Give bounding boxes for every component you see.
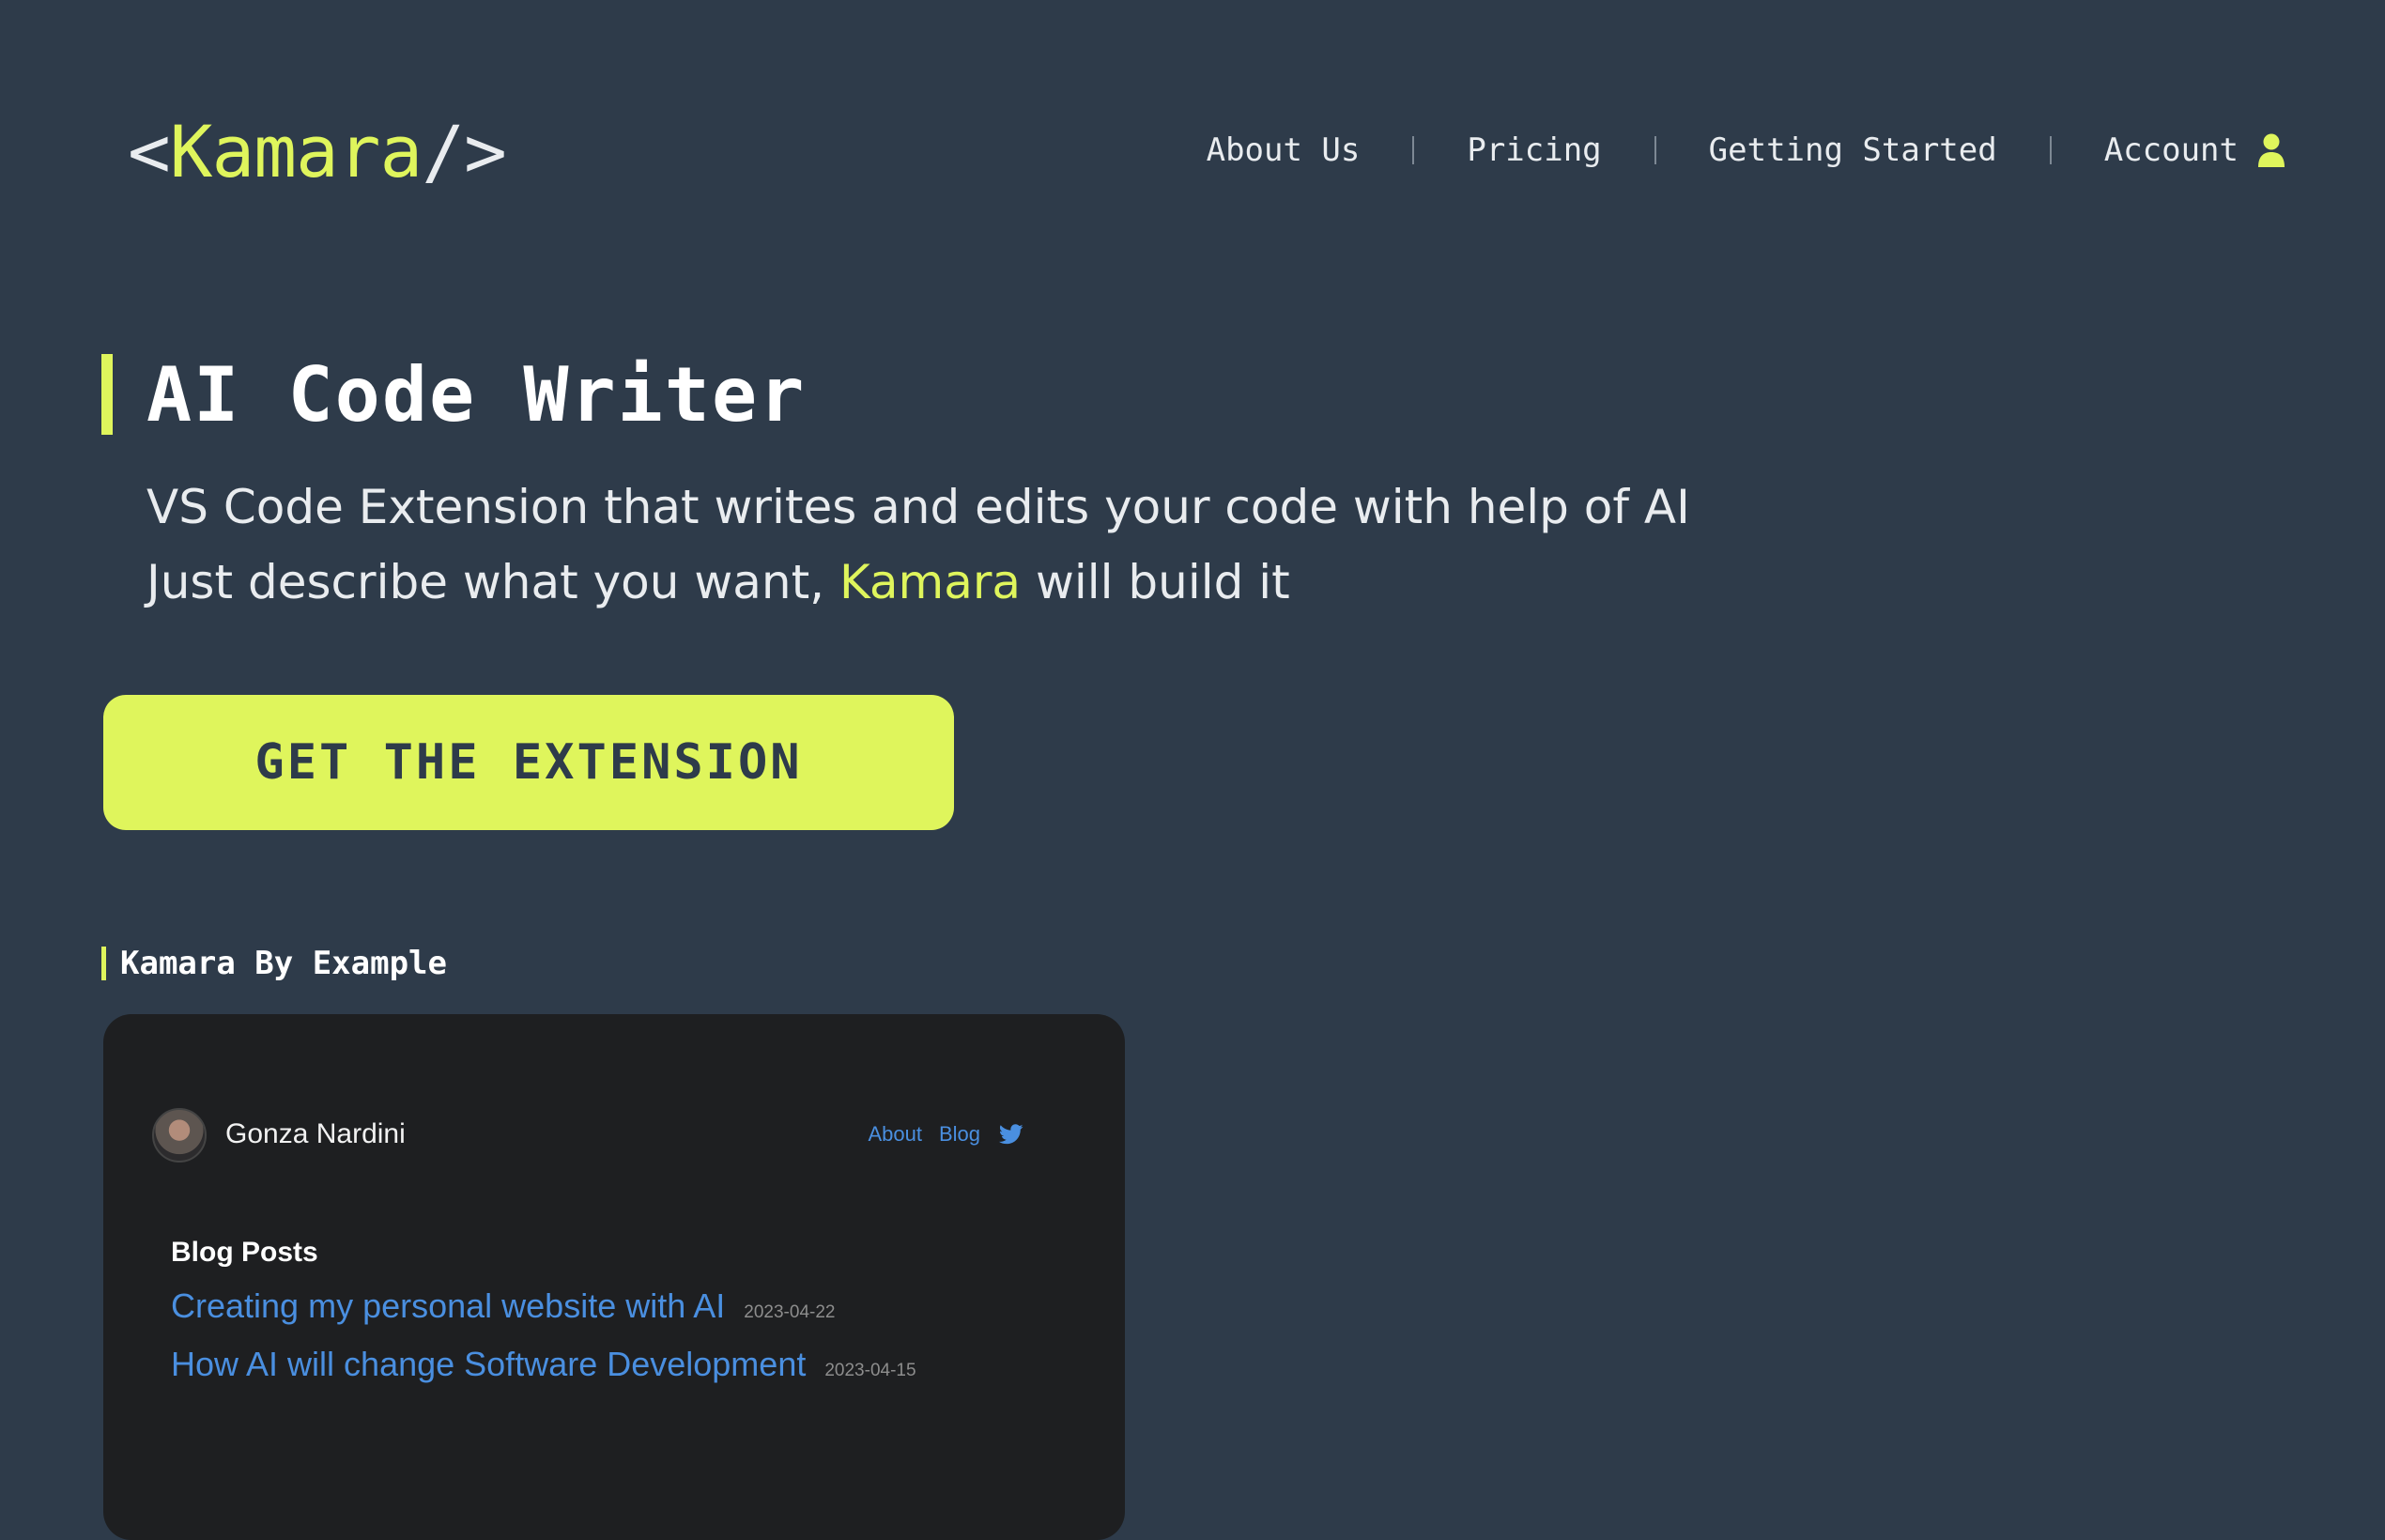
section-title: Kamara By Example (120, 945, 447, 982)
logo-suffix: /> (422, 110, 507, 193)
site-header: <Kamara/> About Us Pricing Getting Start… (0, 0, 2385, 300)
card-nav-about[interactable]: About (868, 1119, 922, 1149)
hero-line-2-end: will build it (1021, 555, 1290, 609)
nav-account[interactable]: Account (2104, 131, 2285, 169)
nav-divider (1654, 136, 1656, 164)
hero-accent-bar (101, 354, 113, 435)
logo-prefix: < (128, 110, 171, 193)
section-accent-bar (101, 947, 106, 980)
hero-title: AI Code Writer (146, 351, 807, 439)
get-extension-button[interactable]: GET THE EXTENSION (103, 695, 954, 830)
hero-line-1: VS Code Extension that writes and edits … (146, 480, 1690, 534)
example-card: Gonza Nardini About Blog Blog Posts Crea… (103, 1014, 1125, 1540)
card-nav: About Blog (868, 1119, 1023, 1149)
nav-about-us[interactable]: About Us (1207, 131, 1361, 169)
hero-line-2-brand: Kamara (839, 555, 1022, 609)
blog-posts-heading: Blog Posts (171, 1237, 318, 1268)
nav-getting-started[interactable]: Getting Started (1709, 131, 1997, 169)
user-icon (2258, 133, 2285, 167)
hero-line-2-start: Just describe what you want, (146, 555, 839, 609)
logo-name: Kamara (169, 110, 423, 193)
list-item: Creating my personal website with AI 202… (171, 1286, 835, 1326)
list-item: How AI will change Software Development … (171, 1345, 916, 1384)
hero-subtitle: VS Code Extension that writes and edits … (146, 470, 1690, 620)
post-link[interactable]: How AI will change Software Development (171, 1345, 806, 1384)
card-nav-blog[interactable]: Blog (939, 1119, 980, 1149)
avatar (152, 1108, 207, 1163)
post-link[interactable]: Creating my personal website with AI (171, 1286, 725, 1326)
post-date: 2023-04-15 (824, 1361, 916, 1380)
nav-divider (2049, 136, 2052, 164)
nav-pricing[interactable]: Pricing (1467, 131, 1601, 169)
author-name: Gonza Nardini (225, 1118, 406, 1149)
nav-divider (1412, 136, 1415, 164)
twitter-icon[interactable] (999, 1124, 1023, 1145)
post-date: 2023-04-22 (744, 1302, 836, 1322)
main-nav: About Us Pricing Getting Started Account (1207, 120, 2285, 180)
logo[interactable]: <Kamara/> (128, 105, 507, 199)
hero-line-2: Just describe what you want, Kamara will… (146, 545, 1690, 620)
nav-account-label: Account (2103, 131, 2239, 169)
